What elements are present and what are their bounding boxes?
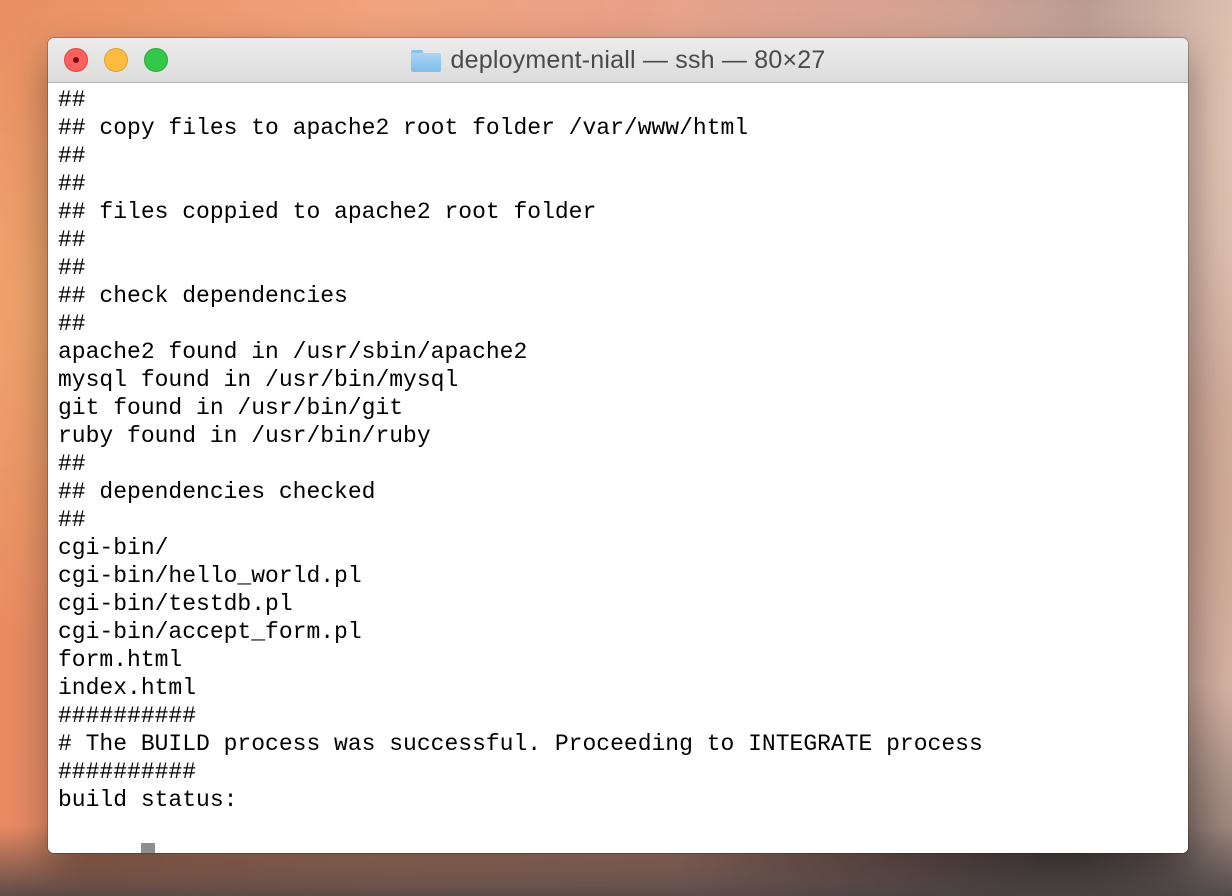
terminal-line: ########## xyxy=(58,703,197,729)
terminal-line: ## files coppied to apache2 root folder xyxy=(58,199,597,225)
text-cursor xyxy=(140,843,155,853)
terminal-line: ## xyxy=(58,311,86,337)
terminal-line: index.html xyxy=(58,675,197,701)
terminal-line: ## xyxy=(58,451,86,477)
terminal-line: ## xyxy=(58,143,86,169)
terminal-output[interactable]: ## ## copy files to apache2 root folder … xyxy=(48,83,1188,853)
terminal-line: cgi-bin/accept_form.pl xyxy=(58,619,362,645)
terminal-line: ruby found in /usr/bin/ruby xyxy=(58,423,431,449)
window-title-group: deployment-niall — ssh — 80×27 xyxy=(48,38,1188,83)
terminal-line: cgi-bin/ xyxy=(58,535,169,561)
terminal-line: build status: xyxy=(58,787,238,813)
terminal-line: ## xyxy=(58,507,86,533)
terminal-line: ## copy files to apache2 root folder /va… xyxy=(58,115,749,141)
terminal-line: ## xyxy=(58,87,86,113)
terminal-window: deployment-niall — ssh — 80×27 ## ## cop… xyxy=(48,38,1188,853)
terminal-line: ## xyxy=(58,227,86,253)
terminal-line: cgi-bin/hello_world.pl xyxy=(58,563,362,589)
terminal-line: mysql found in /usr/bin/mysql xyxy=(58,367,459,393)
folder-icon xyxy=(410,49,441,72)
terminal-line: # The BUILD process was successful. Proc… xyxy=(58,731,983,757)
terminal-line: apache2 found in /usr/sbin/apache2 xyxy=(58,339,528,365)
terminal-line: ## xyxy=(58,171,86,197)
terminal-line: ## check dependencies xyxy=(58,283,348,309)
terminal-line: form.html xyxy=(58,647,183,673)
terminal-line: ## dependencies checked xyxy=(58,479,376,505)
terminal-prompt-line[interactable] xyxy=(58,814,1188,853)
window-title: deployment-niall — ssh — 80×27 xyxy=(450,46,826,74)
title-bar[interactable]: deployment-niall — ssh — 80×27 xyxy=(48,38,1188,83)
terminal-line: ########## xyxy=(58,759,197,785)
terminal-line: git found in /usr/bin/git xyxy=(58,395,404,421)
terminal-line: cgi-bin/testdb.pl xyxy=(58,591,293,617)
terminal-line: ## xyxy=(58,255,86,281)
